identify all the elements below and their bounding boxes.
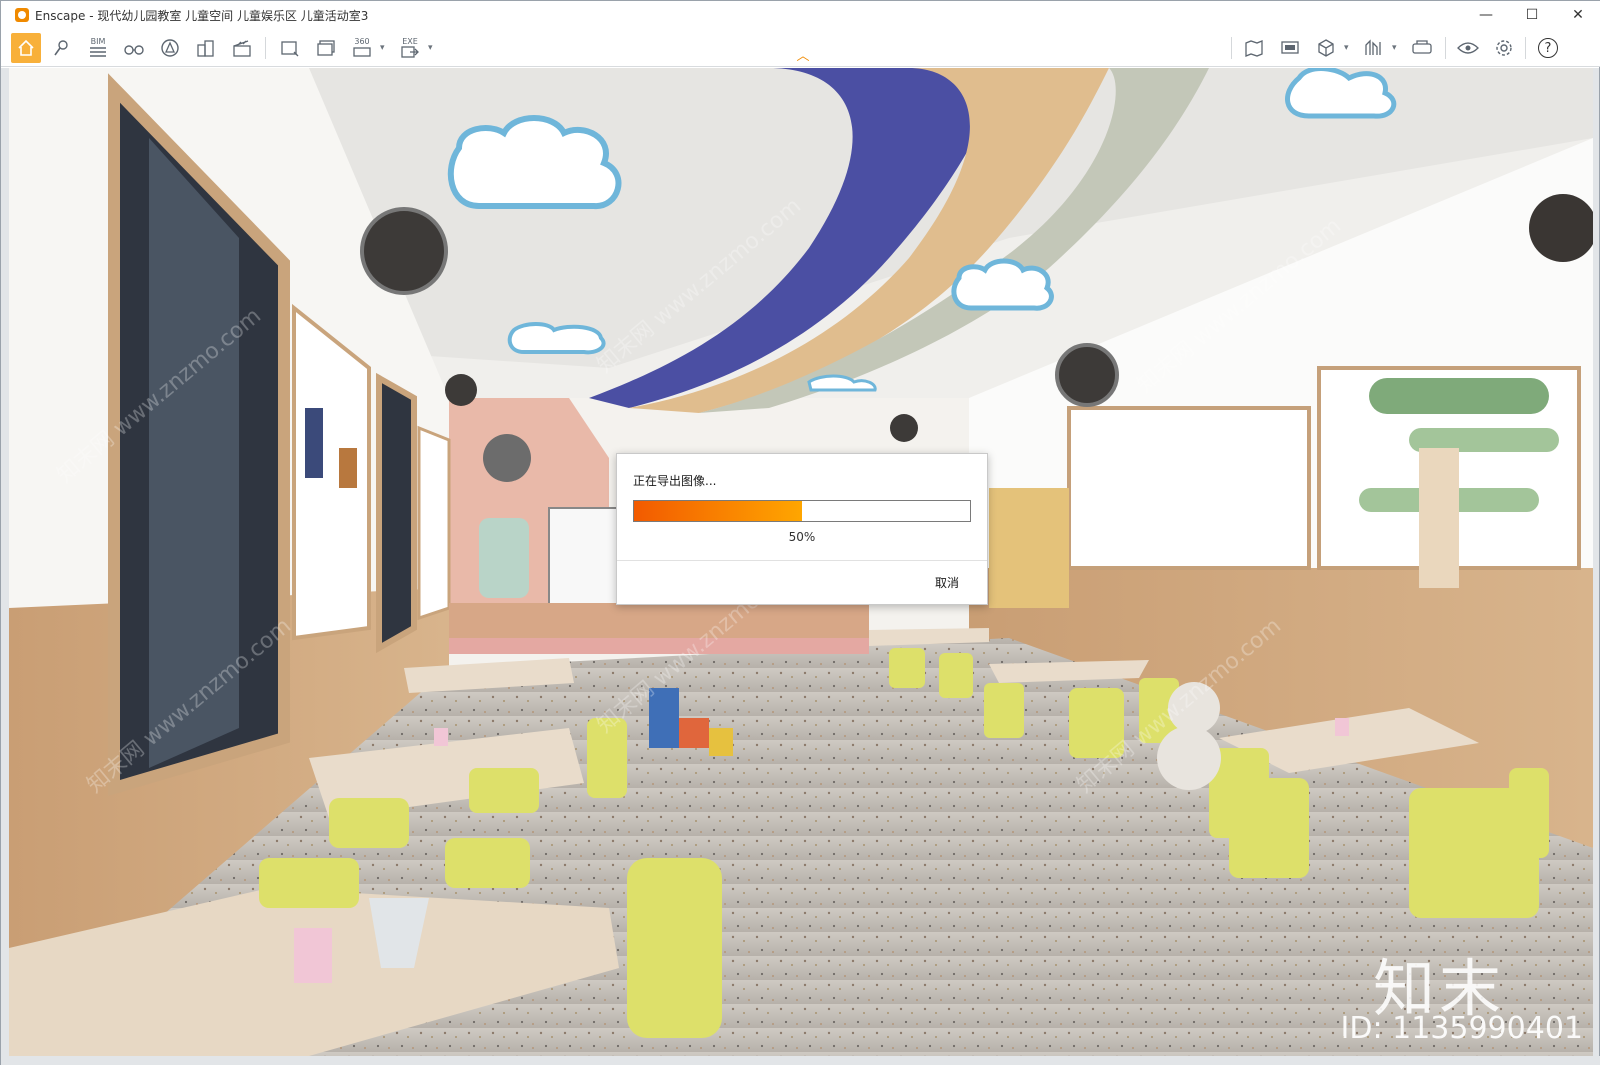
- exe-export-icon[interactable]: EXE: [395, 33, 425, 63]
- progress-bar: [633, 500, 971, 522]
- home-icon[interactable]: [11, 33, 41, 63]
- progress-percent: 50%: [788, 530, 816, 544]
- eye-icon[interactable]: [1453, 33, 1483, 63]
- cancel-button[interactable]: 取消: [935, 574, 959, 591]
- panorama-label: 360: [354, 37, 370, 46]
- slideshow-icon[interactable]: [1275, 33, 1305, 63]
- maximize-button[interactable]: ☐: [1509, 1, 1555, 29]
- window-title: Enscape - 现代幼儿园教室 儿童空间 儿童娱乐区 儿童活动室3: [35, 8, 369, 23]
- toolbar-separator: [1231, 37, 1232, 59]
- dialog-divider: [617, 560, 987, 561]
- binoculars-icon[interactable]: [119, 33, 149, 63]
- map-icon[interactable]: [1239, 33, 1269, 63]
- asset-library-icon[interactable]: [155, 33, 185, 63]
- toolbar-separator: [1445, 37, 1446, 59]
- minimize-button[interactable]: —: [1463, 1, 1509, 29]
- title-bar[interactable]: Enscape - 现代幼儿园教室 儿童空间 儿童娱乐区 儿童活动室3 — ☐ …: [1, 1, 1600, 29]
- bottom-strip: [1, 1056, 1600, 1065]
- vr-headset-icon[interactable]: [1407, 33, 1437, 63]
- bim-label: BIM: [90, 37, 106, 46]
- enscape-window: Enscape - 现代幼儿园教室 儿童空间 儿童娱乐区 儿童活动室3 — ☐ …: [0, 0, 1600, 1065]
- toolbar-separator: [265, 37, 266, 59]
- progress-bar-fill: [634, 501, 802, 521]
- exe-label: EXE: [402, 37, 418, 46]
- pencil-draw-icon[interactable]: [47, 33, 77, 63]
- batch-render-icon[interactable]: [311, 33, 341, 63]
- chevron-down-icon[interactable]: ▾: [428, 43, 438, 53]
- help-icon[interactable]: ?: [1533, 33, 1563, 63]
- collapse-toolbar-chevron-icon[interactable]: ︿: [794, 50, 812, 63]
- clapper-icon[interactable]: [227, 33, 257, 63]
- help-label: ?: [1538, 38, 1558, 58]
- bim-icon[interactable]: BIM: [83, 33, 113, 63]
- settings-icon[interactable]: [1489, 33, 1519, 63]
- enscape-logo-icon: [15, 8, 29, 22]
- close-button[interactable]: ✕: [1555, 1, 1600, 29]
- cube-icon[interactable]: [1311, 33, 1341, 63]
- cloud-light: [447, 115, 622, 209]
- dialog-title: 正在导出图像...: [633, 474, 717, 488]
- chevron-down-icon[interactable]: ▾: [380, 43, 390, 53]
- image-id-label: ID: 1135990401: [1340, 1011, 1583, 1046]
- left-panel-strip: [1, 68, 9, 1056]
- chevron-down-icon[interactable]: ▾: [1392, 43, 1402, 53]
- panorama-360-icon[interactable]: 360: [347, 33, 377, 63]
- chevron-down-icon[interactable]: ▾: [1344, 43, 1354, 53]
- window-controls: — ☐ ✕: [1463, 1, 1600, 29]
- screenshot-icon[interactable]: [275, 33, 305, 63]
- sections-icon[interactable]: [1359, 33, 1389, 63]
- export-progress-dialog: 正在导出图像... 50% 取消: [616, 453, 988, 605]
- toolbar-separator: [1525, 37, 1526, 59]
- buildings-icon[interactable]: [191, 33, 221, 63]
